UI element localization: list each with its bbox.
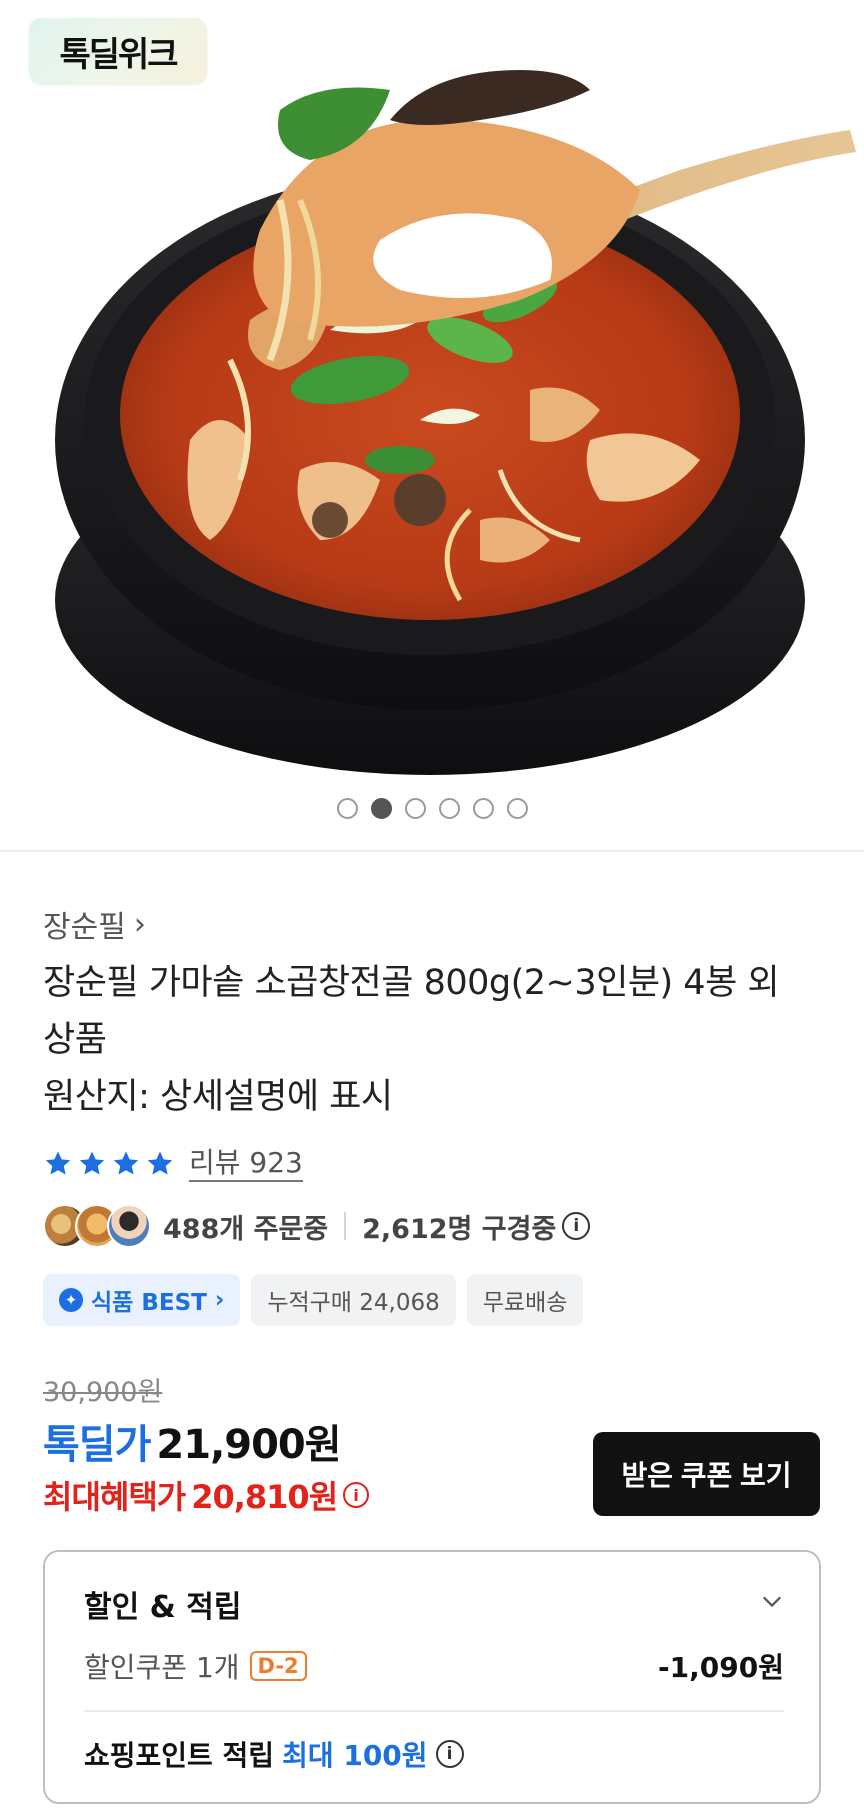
star-icon: [79, 1151, 105, 1175]
star-icon: [147, 1151, 173, 1175]
info-icon[interactable]: i: [435, 1740, 464, 1768]
sale-price: 21,900원: [156, 1422, 341, 1468]
product-title: 장순필 가마솥 소곱창전골 800g(2~3인분) 4봉 외 상품 원산지: 상…: [43, 955, 833, 1126]
section-divider: [0, 850, 864, 852]
review-count-link[interactable]: 리뷰 923: [189, 1146, 303, 1182]
info-icon[interactable]: i: [562, 1212, 591, 1240]
product-title-line: 상품: [43, 1020, 107, 1060]
view-coupons-button[interactable]: 받은 쿠폰 보기: [593, 1432, 820, 1516]
brand-link[interactable]: 장순필 ›: [43, 902, 146, 946]
point-value: 최대 100원: [282, 1739, 428, 1772]
dday-badge: D-2: [249, 1651, 307, 1681]
rating-row[interactable]: 리뷰 923: [43, 1146, 303, 1182]
sale-price-label: 톡딜가: [43, 1422, 151, 1468]
sale-price-row: 톡딜가 21,900원: [43, 1412, 342, 1470]
chevron-down-icon[interactable]: [761, 1590, 783, 1612]
tokdeal-week-badge: 톡딜위크: [29, 18, 207, 84]
discount-reward-panel[interactable]: 할인 & 적립 할인쿠폰 1개 D-2 -1,090원 쇼핑포인트 적립 최대 …: [43, 1550, 821, 1804]
carousel-dot[interactable]: [506, 798, 528, 819]
buyer-avatars: [43, 1204, 151, 1248]
coupon-amount: -1,090원: [658, 1651, 784, 1684]
food-best-tag[interactable]: ✦ 식품 BEST ›: [43, 1274, 241, 1326]
product-photo: [55, 70, 856, 775]
product-image-carousel[interactable]: 톡딜위크: [0, 0, 864, 850]
brand-name: 장순필: [43, 910, 126, 945]
social-proof-row: 488개 주문중 2,612명 구경중 i: [43, 1203, 591, 1249]
shopping-point-row: 쇼핑포인트 적립 최대 100원 i: [84, 1734, 464, 1774]
avatar: [107, 1204, 151, 1248]
max-benefit-row: 최대혜택가 20,810원 i: [43, 1472, 370, 1518]
carousel-indicator[interactable]: [0, 798, 864, 819]
max-benefit-price: 20,810원: [191, 1478, 338, 1516]
carousel-dot[interactable]: [438, 798, 460, 819]
original-price: 30,900원: [43, 1377, 163, 1408]
viewers-count: 2,612명 구경중: [362, 1213, 557, 1245]
cumulative-purchase-tag: 누적구매 24,068: [251, 1274, 456, 1326]
coupon-label: 할인쿠폰 1개: [84, 1651, 240, 1684]
divider: [84, 1710, 784, 1712]
panel-title: 할인 & 적립: [84, 1590, 242, 1625]
carousel-dot-active[interactable]: [370, 798, 392, 819]
free-shipping-tag: 무료배송: [466, 1274, 584, 1326]
best-tag-label: 식품 BEST: [91, 1290, 207, 1316]
product-title-line: 장순필 가마솥 소곱창전골 800g(2~3인분) 4봉 외: [43, 963, 780, 1003]
coupon-row: 할인쿠폰 1개 D-2 -1,090원: [84, 1646, 784, 1686]
carousel-dot[interactable]: [336, 798, 358, 819]
tag-row: ✦ 식품 BEST › 누적구매 24,068 무료배송: [43, 1274, 584, 1326]
product-origin: 원산지: 상세설명에 표시: [43, 1077, 393, 1117]
star-icon: [45, 1151, 71, 1175]
info-icon[interactable]: i: [343, 1482, 370, 1508]
point-label: 쇼핑포인트 적립: [84, 1739, 275, 1772]
star-icon: [113, 1151, 139, 1175]
orders-count: 488개 주문중: [163, 1213, 329, 1245]
separator: [344, 1212, 347, 1240]
carousel-dot[interactable]: [472, 798, 494, 819]
carousel-dot[interactable]: [404, 798, 426, 819]
chevron-right-icon: ›: [214, 1287, 225, 1313]
max-benefit-label: 최대혜택가: [43, 1478, 186, 1516]
chevron-right-icon: ›: [133, 906, 146, 942]
badge-icon: ✦: [59, 1288, 83, 1312]
